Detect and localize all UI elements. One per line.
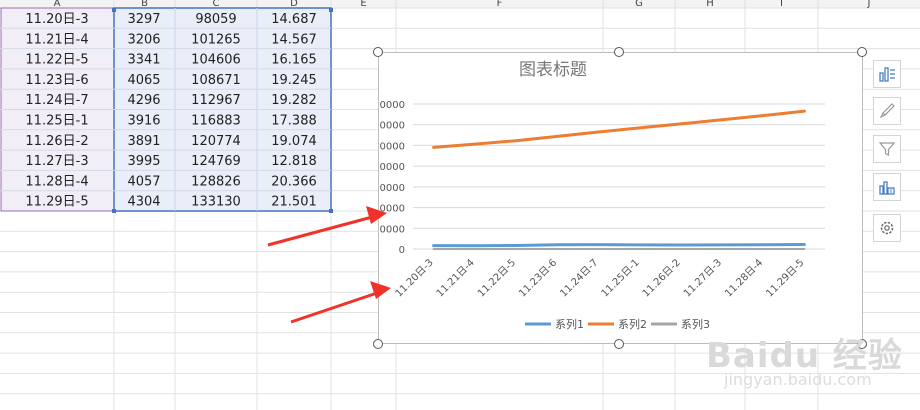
cell-a11[interactable]: 11.29日-5: [25, 195, 88, 210]
column-header-f[interactable]: F: [497, 0, 503, 9]
range-corner-handle[interactable]: [329, 209, 333, 213]
column-header-i[interactable]: I: [780, 0, 783, 9]
range-corner-handle[interactable]: [112, 209, 116, 213]
resize-handle-bottom[interactable]: [614, 339, 624, 349]
cell-c5[interactable]: 108671: [191, 73, 241, 88]
cell-b3[interactable]: 3206: [127, 32, 160, 47]
cell-a4[interactable]: 11.22日-5: [25, 53, 88, 68]
cell-d11[interactable]: 21.501: [271, 195, 317, 210]
chart-style-button[interactable]: [873, 97, 901, 125]
cell-b5[interactable]: 4065: [127, 73, 160, 88]
cell-a9[interactable]: 11.27日-3: [25, 154, 88, 169]
cell-b9[interactable]: 3995: [127, 154, 160, 169]
cell-b2[interactable]: 3297: [127, 12, 160, 27]
resize-handle-bottom-left[interactable]: [373, 339, 383, 349]
legend-label-2[interactable]: 系列2: [618, 317, 647, 331]
range-corner-handle[interactable]: [112, 8, 116, 12]
x-tick-label: 11.29日-5: [764, 257, 806, 299]
chart-settings-gear-icon: [880, 221, 894, 235]
cell-c3[interactable]: 101265: [191, 32, 241, 47]
legend-label-3[interactable]: 系列3: [681, 317, 710, 331]
cell-c8[interactable]: 120774: [191, 134, 241, 149]
x-tick-label: 11.26日-2: [641, 257, 683, 299]
resize-handle-top-right[interactable]: [857, 47, 867, 57]
y-tick-label: 120000: [379, 121, 405, 132]
column-header-h[interactable]: H: [706, 0, 714, 9]
x-tick-label: 11.25日-1: [600, 257, 642, 299]
x-tick-label: 11.24日-7: [558, 257, 600, 299]
cell-a2[interactable]: 11.20日-3: [25, 12, 88, 27]
cell-c10[interactable]: 128826: [191, 174, 241, 189]
x-tick-label: 11.28日-4: [723, 257, 765, 299]
cell-b11[interactable]: 4304: [127, 195, 160, 210]
cell-d2[interactable]: 14.687: [271, 12, 317, 27]
cell-b10[interactable]: 4057: [127, 174, 160, 189]
cell-c11[interactable]: 133130: [191, 195, 241, 210]
line-chart[interactable]: 图表标题 0 20000 40000 60000 80000 100000 120000 140…: [378, 52, 863, 344]
cell-d10[interactable]: 20.366: [271, 174, 317, 189]
y-tick-label: 0: [399, 245, 405, 256]
chart-type-icon: [879, 181, 895, 195]
column-header-j[interactable]: J: [867, 0, 871, 9]
cell-d4[interactable]: 16.165: [271, 53, 317, 68]
cell-b8[interactable]: 3891: [127, 134, 160, 149]
cell-b4[interactable]: 3341: [127, 53, 160, 68]
chart-style-brush-icon: [879, 103, 895, 119]
chart-type-button[interactable]: [873, 173, 901, 201]
cell-b7[interactable]: 3916: [127, 114, 160, 129]
series-line-2[interactable]: [432, 109, 806, 149]
legend-label-1[interactable]: 系列1: [555, 317, 584, 331]
cell-a6[interactable]: 11.24日-7: [25, 93, 88, 108]
chart-elements-button[interactable]: [873, 60, 901, 88]
column-header-g[interactable]: G: [635, 0, 643, 9]
range-corner-handle[interactable]: [329, 8, 333, 12]
chart-filter-button[interactable]: [873, 135, 901, 163]
chart-plot-svg: 图表标题 0 20000 40000 60000 80000 100000 120000 140…: [379, 60, 825, 331]
cell-d8[interactable]: 19.074: [271, 134, 317, 149]
cell-c7[interactable]: 116883: [191, 114, 241, 129]
cell-a10[interactable]: 11.28日-4: [25, 174, 88, 189]
y-tick-label: 60000: [379, 183, 405, 194]
y-tick-label: 100000: [379, 141, 405, 152]
resize-handle-top[interactable]: [614, 47, 624, 57]
cell-d3[interactable]: 14.567: [271, 32, 317, 47]
chart-filter-icon: [878, 142, 896, 156]
series-line-1[interactable]: [432, 243, 806, 248]
y-tick-label: 140000: [379, 100, 405, 111]
cell-a7[interactable]: 11.25日-1: [25, 114, 88, 129]
y-tick-label: 80000: [379, 162, 405, 173]
resize-handle-top-left[interactable]: [373, 47, 383, 57]
cell-d5[interactable]: 19.245: [271, 73, 317, 88]
y-tick-label: 20000: [379, 224, 405, 235]
x-tick-label: 11.21日-4: [435, 257, 477, 299]
chart-title[interactable]: 图表标题: [519, 60, 587, 80]
cell-c9[interactable]: 124769: [191, 154, 241, 169]
x-tick-label: 11.27日-3: [682, 257, 724, 299]
chart-settings-button[interactable]: [873, 214, 901, 242]
cell-a5[interactable]: 11.23日-6: [25, 73, 88, 88]
x-tick-label: 11.20日-3: [394, 257, 436, 299]
cell-a8[interactable]: 11.26日-2: [25, 134, 88, 149]
x-tick-label: 11.22日-5: [476, 257, 518, 299]
chart-elements-icon: [879, 67, 895, 82]
cell-d6[interactable]: 19.282: [271, 93, 317, 108]
cell-a3[interactable]: 11.21日-4: [25, 32, 88, 47]
cell-c2[interactable]: 98059: [195, 12, 236, 27]
cell-c4[interactable]: 104606: [191, 53, 241, 68]
cell-d7[interactable]: 17.388: [271, 114, 317, 129]
cell-c6[interactable]: 112967: [191, 93, 241, 108]
x-tick-label: 11.23日-6: [517, 257, 559, 299]
cell-b6[interactable]: 4296: [127, 93, 160, 108]
y-tick-label: 40000: [379, 204, 405, 215]
cell-d9[interactable]: 12.818: [271, 154, 317, 169]
resize-handle-bottom-right[interactable]: [857, 339, 867, 349]
column-header-e[interactable]: E: [360, 0, 366, 9]
